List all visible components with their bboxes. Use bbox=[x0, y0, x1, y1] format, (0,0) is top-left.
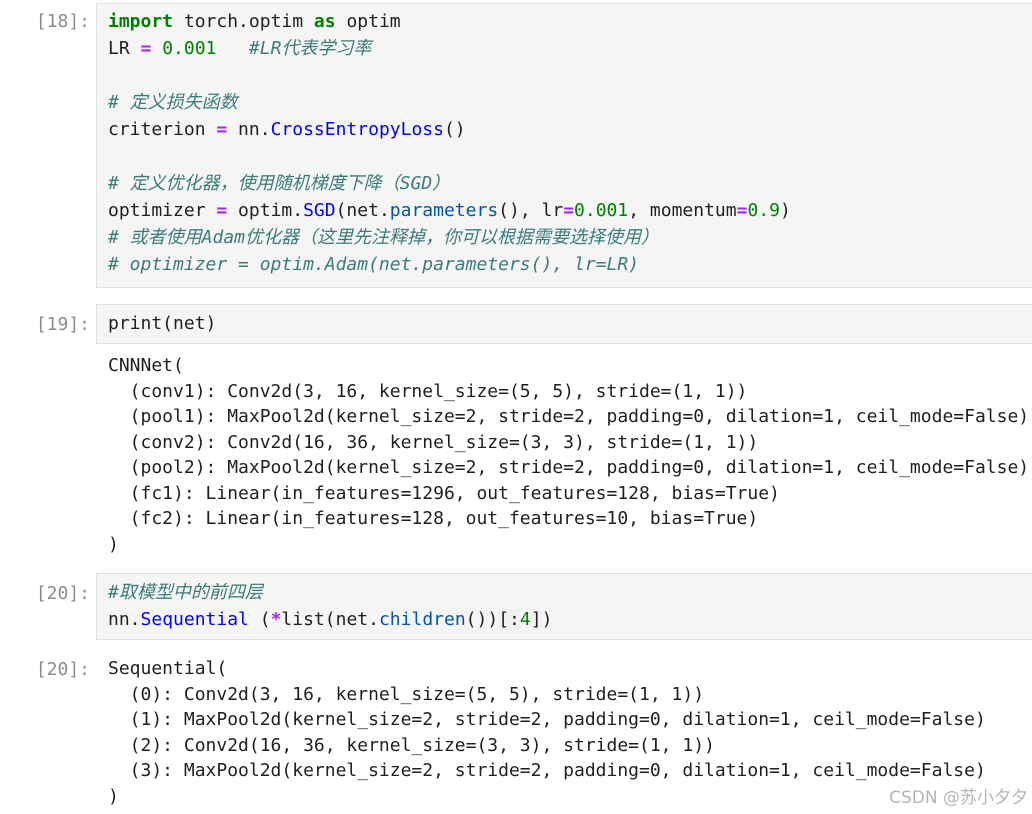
code-line: # 定义优化器，使用随机梯度下降（SGD） bbox=[108, 171, 450, 196]
code-token: nn. bbox=[108, 609, 141, 630]
code-line: print(net) bbox=[108, 311, 216, 336]
code-token: # optimizer = optim.Adam(net.parameters(… bbox=[108, 254, 640, 275]
output-line: ) bbox=[108, 785, 119, 807]
code-token: CrossEntropyLoss bbox=[270, 119, 444, 140]
output-line: ) bbox=[108, 533, 119, 555]
code-token: optim bbox=[335, 11, 401, 32]
cell-prompt-20: [20]: bbox=[35, 583, 90, 604]
csdn-watermark: CSDN @苏小夕夕 bbox=[889, 788, 1028, 808]
code-line: optimizer = optim.SGD(net.parameters(), … bbox=[108, 198, 791, 223]
code-cell-19[interactable] bbox=[96, 304, 1032, 344]
output-prompt-20: [20]: bbox=[35, 659, 90, 680]
code-token: print(net) bbox=[108, 313, 217, 334]
code-token: = bbox=[216, 200, 228, 221]
code-token: as bbox=[313, 11, 336, 32]
output-line: CNNNet( bbox=[108, 355, 184, 376]
code-token: optimizer bbox=[108, 200, 217, 221]
code-token: children bbox=[378, 609, 466, 630]
code-token: optim. bbox=[227, 200, 304, 221]
code-token: ) bbox=[541, 609, 553, 630]
code-token: nn. bbox=[227, 119, 271, 140]
code-token: = bbox=[736, 200, 748, 221]
code-token: = bbox=[216, 119, 228, 140]
code-token: (), lr bbox=[498, 200, 564, 221]
output-line: Sequential( bbox=[108, 658, 228, 679]
code-token: [: bbox=[498, 609, 520, 630]
code-token: list(net. bbox=[281, 609, 379, 630]
code-line: # optimizer = optim.Adam(net.parameters(… bbox=[108, 252, 639, 277]
code-token: SGD bbox=[303, 200, 336, 221]
code-line: nn.Sequential (*list(net.children())[:4]… bbox=[108, 607, 552, 632]
code-token: LR bbox=[108, 38, 141, 59]
code-token: ] bbox=[530, 609, 542, 630]
code-line: #取模型中的前四层 bbox=[108, 580, 263, 605]
code-token: torch.optim bbox=[173, 11, 314, 32]
output-line: (fc2): Linear(in_features=128, out_featu… bbox=[108, 508, 759, 529]
code-token: 0.9 bbox=[747, 200, 780, 221]
code-line: LR = 0.001 #LR代表学习率 bbox=[108, 36, 371, 61]
output-line: (conv2): Conv2d(16, 36, kernel_size=(3, … bbox=[108, 431, 759, 453]
output-line: (pool2): MaxPool2d(kernel_size=2, stride… bbox=[108, 457, 1030, 478]
code-token: 4 bbox=[519, 609, 531, 630]
code-line: import torch.optim as optim bbox=[108, 9, 401, 34]
code-token: ) bbox=[779, 200, 791, 221]
code-token: , momentum bbox=[628, 200, 737, 221]
code-line: criterion = nn.CrossEntropyLoss() bbox=[108, 117, 466, 142]
code-token: ()) bbox=[465, 609, 499, 630]
code-token: 0.001 bbox=[574, 200, 629, 221]
code-token: # 或者使用Adam优化器（这里先注释掉，你可以根据需要选择使用） bbox=[108, 227, 660, 248]
output-line: (2): Conv2d(16, 36, kernel_size=(3, 3), … bbox=[108, 734, 715, 756]
code-token: # 定义损失函数 bbox=[108, 92, 238, 113]
cell-prompt-18: [18]: bbox=[35, 11, 90, 32]
output-line: (fc1): Linear(in_features=1296, out_feat… bbox=[108, 482, 780, 504]
code-token: import bbox=[108, 11, 174, 32]
code-token: #取模型中的前四层 bbox=[108, 582, 263, 603]
code-line: # 定义损失函数 bbox=[108, 90, 238, 115]
code-token: = bbox=[140, 38, 152, 59]
output-line: (1): MaxPool2d(kernel_size=2, stride=2, … bbox=[108, 709, 986, 730]
code-line: # 或者使用Adam优化器（这里先注释掉，你可以根据需要选择使用） bbox=[108, 225, 659, 250]
output-line: (0): Conv2d(3, 16, kernel_size=(5, 5), s… bbox=[108, 683, 705, 705]
code-token: Sequential bbox=[140, 609, 249, 630]
code-token: = bbox=[563, 200, 575, 221]
code-token: criterion bbox=[108, 119, 217, 140]
code-token: (net. bbox=[335, 200, 390, 221]
output-line: (conv1): Conv2d(3, 16, kernel_size=(5, 5… bbox=[108, 380, 748, 402]
code-token: # 定义优化器，使用随机梯度下降（SGD） bbox=[108, 173, 451, 194]
code-token: parameters bbox=[389, 200, 499, 221]
code-token: ( bbox=[248, 609, 271, 630]
code-token: () bbox=[443, 119, 466, 140]
output-line: (3): MaxPool2d(kernel_size=2, stride=2, … bbox=[108, 760, 986, 781]
cell-prompt-19: [19]: bbox=[35, 314, 90, 335]
output-line: (pool1): MaxPool2d(kernel_size=2, stride… bbox=[108, 406, 1030, 427]
code-token: #LR代表学习率 bbox=[248, 38, 372, 59]
code-token: 0.001 bbox=[162, 38, 217, 59]
code-token: * bbox=[270, 609, 282, 630]
